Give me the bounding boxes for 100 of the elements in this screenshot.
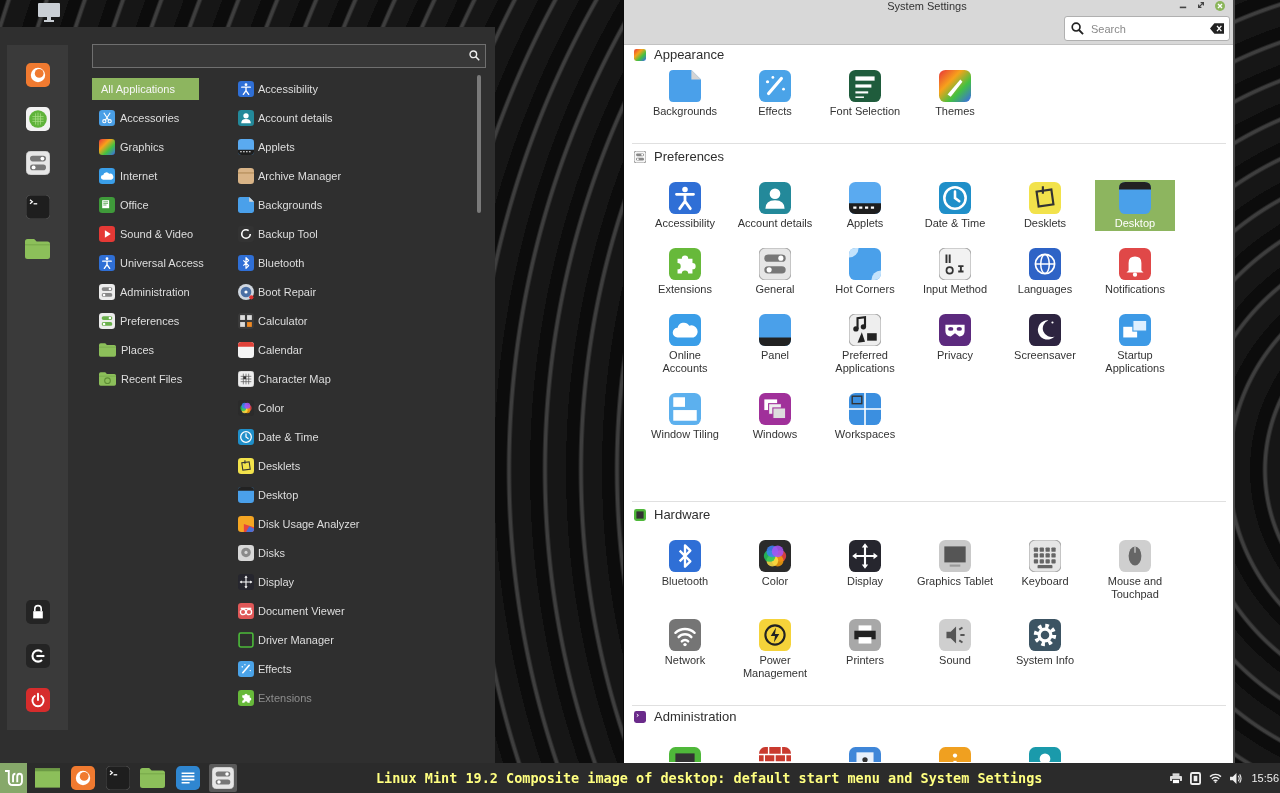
taskbar-button[interactable] bbox=[68, 764, 97, 792]
settings-item[interactable]: Input Method bbox=[915, 246, 995, 297]
terminal-icon[interactable] bbox=[25, 195, 50, 219]
settings-item[interactable]: Mouse and Touchpad bbox=[1095, 538, 1175, 602]
settings-item[interactable]: Network bbox=[645, 617, 725, 681]
taskbar-button[interactable] bbox=[208, 764, 237, 792]
app-item[interactable]: Display bbox=[236, 571, 477, 593]
settings-item[interactable]: Graphics Tablet bbox=[915, 538, 995, 602]
wifi-icon[interactable] bbox=[1209, 773, 1223, 783]
settings-item[interactable]: Hot Corners bbox=[825, 246, 905, 297]
maximize-icon[interactable] bbox=[1197, 1, 1205, 9]
app-item[interactable]: Archive Manager bbox=[236, 165, 477, 187]
app-item[interactable]: Effects bbox=[236, 658, 477, 680]
app-item[interactable]: Calendar bbox=[236, 339, 477, 361]
settings-item[interactable]: Color bbox=[735, 538, 815, 602]
category-item[interactable]: Preferences bbox=[92, 310, 199, 332]
settings-item[interactable]: Online Accounts bbox=[645, 312, 725, 376]
category-item[interactable]: Universal Access bbox=[92, 252, 208, 274]
app-item[interactable]: Calculator bbox=[236, 310, 477, 332]
clear-icon[interactable] bbox=[1210, 23, 1224, 34]
app-item[interactable]: Backgrounds bbox=[236, 194, 477, 216]
monitor-icon[interactable] bbox=[38, 3, 60, 22]
cloud-icon bbox=[669, 314, 701, 346]
settings-item[interactable]: Startup Applications bbox=[1095, 312, 1175, 376]
settings-item[interactable]: Workspaces bbox=[825, 391, 905, 442]
app-item[interactable]: Desklets bbox=[236, 455, 477, 477]
folder-icon[interactable] bbox=[25, 239, 50, 259]
settings-item[interactable]: Desklets bbox=[1005, 180, 1085, 231]
app-item[interactable]: Character Map bbox=[236, 368, 477, 390]
lock-icon[interactable] bbox=[25, 600, 50, 624]
toggle-icon[interactable] bbox=[25, 151, 50, 175]
settings-item[interactable]: Themes bbox=[915, 68, 995, 119]
category-item[interactable]: Graphics bbox=[92, 136, 199, 158]
category-item[interactable]: Administration bbox=[92, 281, 199, 303]
app-item[interactable]: Color bbox=[236, 397, 477, 419]
category-item[interactable]: Recent Files bbox=[92, 368, 199, 390]
app-item[interactable]: Account details bbox=[236, 107, 477, 129]
settings-item[interactable]: Extensions bbox=[645, 246, 725, 297]
taskbar-button[interactable] bbox=[173, 764, 202, 792]
settings-item[interactable]: Applets bbox=[825, 180, 905, 231]
settings-item[interactable]: Date & Time bbox=[915, 180, 995, 231]
settings-item[interactable]: Windows bbox=[735, 391, 815, 442]
logout-icon[interactable] bbox=[25, 644, 50, 668]
window-icon bbox=[238, 487, 254, 503]
app-item[interactable]: Bluetooth bbox=[236, 252, 477, 274]
app-item[interactable]: Desktop bbox=[236, 484, 477, 506]
app-item[interactable]: Date & Time bbox=[236, 426, 477, 448]
settings-item[interactable]: Accessibility bbox=[645, 180, 725, 231]
speaker-icon[interactable] bbox=[1230, 772, 1243, 784]
settings-item[interactable]: Panel bbox=[735, 312, 815, 376]
category-item[interactable]: Internet bbox=[92, 165, 199, 187]
category-item[interactable]: Places bbox=[92, 339, 199, 361]
settings-item[interactable]: Effects bbox=[735, 68, 815, 119]
settings-item[interactable]: General bbox=[735, 246, 815, 297]
speaker-icon bbox=[939, 619, 971, 651]
settings-item[interactable]: Bluetooth bbox=[645, 538, 725, 602]
settings-item[interactable]: Keyboard bbox=[1005, 538, 1085, 602]
settings-item[interactable]: Preferred Applications bbox=[825, 312, 905, 376]
category-item[interactable]: Office bbox=[92, 194, 199, 216]
settings-item[interactable]: Font Selection bbox=[825, 68, 905, 119]
printer-icon[interactable] bbox=[1170, 772, 1183, 784]
app-item[interactable]: Boot Repair bbox=[236, 281, 477, 303]
app-item[interactable]: Accessibility bbox=[236, 78, 477, 100]
power-icon[interactable] bbox=[25, 688, 50, 712]
app-item[interactable]: Document Viewer bbox=[236, 600, 477, 622]
settings-item[interactable]: Languages bbox=[1005, 246, 1085, 297]
settings-item[interactable]: System Info bbox=[1005, 617, 1085, 681]
keyboard-icon bbox=[1029, 540, 1061, 572]
app-item[interactable]: Backup Tool bbox=[236, 223, 477, 245]
app-item[interactable]: Disks bbox=[236, 542, 477, 564]
settings-item[interactable]: Window Tiling bbox=[645, 391, 725, 442]
settings-item[interactable]: Account details bbox=[735, 180, 815, 231]
globe-icon[interactable] bbox=[25, 107, 50, 131]
settings-item[interactable]: Sound bbox=[915, 617, 995, 681]
category-item[interactable]: Sound & Video bbox=[92, 223, 199, 245]
scroll-thumb[interactable] bbox=[477, 75, 481, 213]
app-item[interactable]: Driver Manager bbox=[236, 629, 477, 651]
app-item[interactable]: Applets bbox=[236, 136, 477, 158]
clock[interactable]: 15:56 bbox=[1251, 772, 1280, 784]
text-lines-icon bbox=[175, 766, 200, 790]
settings-item[interactable]: Privacy bbox=[915, 312, 995, 376]
app-item[interactable]: Disk Usage Analyzer bbox=[236, 513, 477, 535]
settings-item[interactable]: Screensaver bbox=[1005, 312, 1085, 376]
bluetooth-icon bbox=[238, 255, 254, 271]
settings-item[interactable]: Printers bbox=[825, 617, 905, 681]
document-icon[interactable] bbox=[1190, 771, 1202, 785]
settings-item[interactable]: Power Management bbox=[735, 617, 815, 681]
browser-icon[interactable] bbox=[25, 63, 50, 87]
lightning-icon bbox=[759, 619, 791, 651]
console-icon bbox=[634, 711, 646, 723]
settings-item[interactable]: Display bbox=[825, 538, 905, 602]
search-icon[interactable] bbox=[469, 50, 480, 61]
search-field[interactable] bbox=[92, 44, 486, 68]
settings-item[interactable]: Backgrounds bbox=[645, 68, 725, 119]
window-icon bbox=[35, 768, 60, 788]
menu-button[interactable] bbox=[0, 763, 27, 793]
category-item[interactable]: Accessories bbox=[92, 107, 199, 129]
app-item[interactable]: Extensions bbox=[236, 687, 477, 709]
search-field[interactable]: Search bbox=[1064, 16, 1230, 41]
settings-item[interactable]: Notifications bbox=[1095, 246, 1175, 297]
